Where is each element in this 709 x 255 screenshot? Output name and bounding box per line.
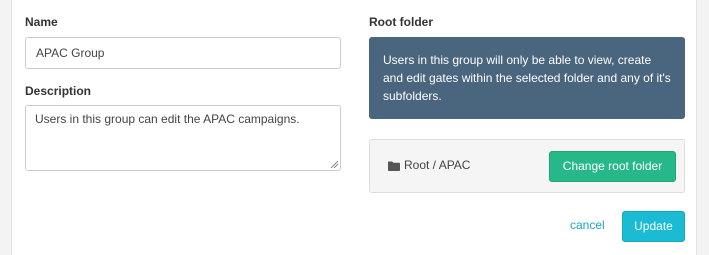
cancel-link[interactable]: cancel — [570, 218, 605, 232]
update-button[interactable]: Update — [622, 211, 685, 242]
folder-icon — [388, 161, 400, 171]
root-folder-info-text: Users in this group will only be able to… — [383, 53, 671, 103]
description-textarea[interactable]: Users in this group can edit the APAC ca… — [25, 105, 341, 171]
root-folder-label: Root folder — [369, 15, 433, 29]
change-root-folder-button[interactable]: Change root folder — [549, 151, 676, 182]
resize-grip-icon[interactable] — [330, 160, 339, 169]
root-folder-info-box: Users in this group will only be able to… — [369, 37, 685, 119]
folder-path: Root / APAC — [404, 158, 471, 172]
selected-folder-box: Root / APAC Change root folder — [369, 139, 685, 193]
description-label: Description — [25, 84, 92, 98]
edit-group-panel: Name Description Users in this group can… — [11, 0, 697, 255]
name-label: Name — [25, 15, 58, 29]
name-input[interactable] — [25, 37, 341, 69]
